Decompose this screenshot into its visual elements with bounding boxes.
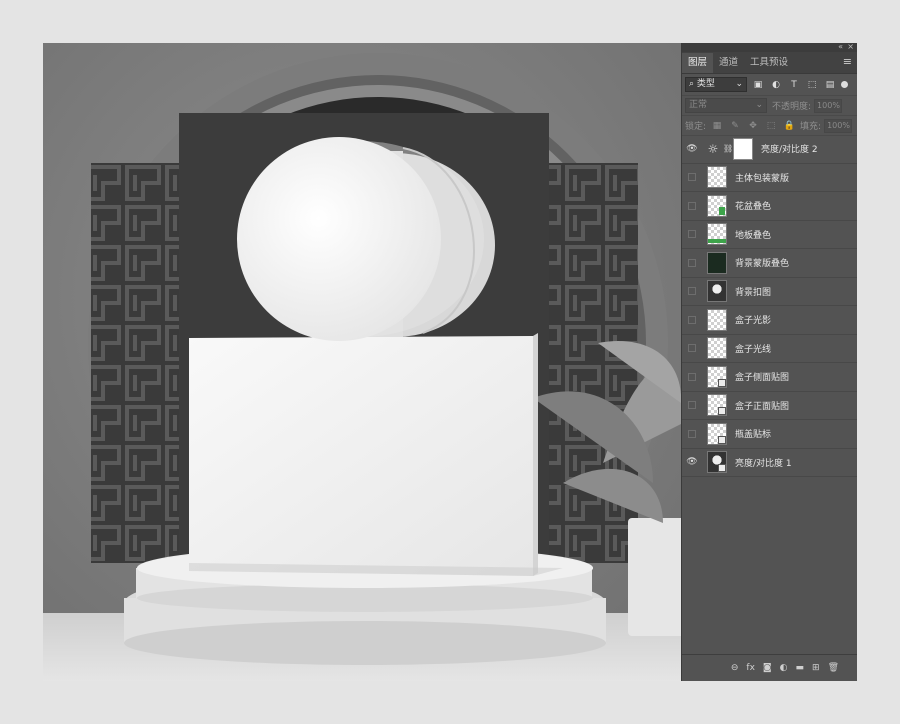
smart-object-icon [718,464,726,473]
layer-name: 瓶盖贴标 [735,430,772,441]
opacity-label: 不透明度: [772,102,812,112]
layer-filter-select[interactable]: ⌕ 类型 ⌄ [685,77,747,92]
visibility-toggle[interactable] [688,401,696,410]
tab-tool-presets[interactable]: 工具预设 [744,53,794,73]
visibility-toggle[interactable] [688,258,696,267]
layer-name: 亮度/对比度 2 [761,145,818,156]
scene-image [43,43,681,681]
lock-move-icon[interactable]: ✥ [746,119,760,133]
opacity-field[interactable]: 100% [814,98,843,113]
layer-name: 盒子正面贴图 [735,401,790,412]
layer-name: 盒子侧面贴图 [735,373,790,384]
layer-row[interactable]: 瓶盖贴标 [682,420,857,449]
blend-mode-value: 正常 [689,100,708,110]
lock-transparent-icon[interactable]: ▦ [710,119,724,133]
layer-thumbnail [707,337,727,360]
layer-thumbnail [707,223,727,246]
layer-mask-thumb[interactable] [733,137,753,160]
layer-name: 花盆叠色 [735,202,772,213]
pixel-filter-icon[interactable]: ▣ [751,78,765,92]
layer-row[interactable]: 主体包装蒙版 [682,164,857,192]
panel-header-bar: « × [682,42,857,52]
layer-list: 👁 ☼ ⛓ 亮度/对比度 2 主体包装蒙版 花盆叠色 地板叠色 背景蒙版叠色 背… [682,135,857,477]
collapse-icon[interactable]: « [838,42,843,51]
tab-channels[interactable]: 通道 [713,53,744,73]
fx-icon[interactable]: fx [746,663,755,673]
eye-icon[interactable]: 👁 [682,457,702,467]
lock-label: 锁定: [685,122,707,132]
link-icon[interactable]: ⊖ [731,663,739,673]
layer-row[interactable]: 👁 ☼ ⛓ 亮度/对比度 2 [682,135,857,164]
layer-name: 背景扣图 [735,287,772,298]
layer-thumbnail [707,451,727,474]
type-filter-icon[interactable]: T [787,78,801,92]
layer-thumbnail [707,365,727,388]
blend-row: 正常 ⌄ 不透明度: 100% [682,96,857,116]
lock-brush-icon[interactable]: ✎ [728,119,742,133]
shape-filter-icon[interactable]: ⬚ [805,78,819,92]
visibility-toggle[interactable] [688,173,696,182]
layer-row[interactable]: 花盆叠色 [682,192,857,221]
visibility-toggle[interactable] [688,287,696,296]
layer-name: 盒子光线 [735,344,772,355]
layer-thumbnail [707,308,727,331]
smart-object-icon [718,407,726,416]
visibility-toggle[interactable] [688,230,696,239]
lock-all-icon[interactable]: 🔒 [782,119,796,133]
adjustment-icon[interactable]: ◐ [780,663,788,673]
layer-name: 亮度/对比度 1 [735,458,792,469]
layer-row[interactable]: 背景蒙版叠色 [682,249,857,278]
smart-object-icon [718,435,726,444]
panel-footer: ⊖ fx ◙ ◐ ▬ ⊞ 🗑 [682,654,857,681]
layer-thumbnail [707,394,727,417]
search-icon: ⌕ [689,79,695,89]
smart-object-icon [718,378,726,387]
visibility-toggle[interactable] [688,315,696,324]
filter-row: ⌕ 类型 ⌄ ▣ ◐ T ⬚ ▤ [682,74,857,96]
layer-row[interactable]: 盒子正面贴图 [682,392,857,420]
layer-thumbnail [707,280,727,303]
panel-menu-icon[interactable]: ≡ [843,56,852,67]
trash-icon[interactable]: 🗑 [828,663,839,673]
chain-link-icon[interactable]: ⛓ [723,144,733,153]
layer-row[interactable]: 盒子侧面贴图 [682,363,857,392]
layer-row[interactable]: 盒子光线 [682,335,857,363]
panel-tabs: 图层 通道 工具预设 ≡ [682,52,857,74]
layer-name: 主体包装蒙版 [735,173,790,184]
layer-name: 盒子光影 [735,316,772,327]
filter-toggle-icon[interactable] [841,81,848,88]
brightness-icon: ☼ [707,141,719,156]
visibility-toggle[interactable] [688,429,696,438]
layers-panel: « × 图层 通道 工具预设 ≡ ⌕ 类型 ⌄ ▣ ◐ T ⬚ ▤ 正常 ⌄ 不透… [681,42,857,681]
layer-name: 背景蒙版叠色 [735,259,790,270]
fill-label: 填充: [800,122,822,132]
new-layer-icon[interactable]: ⊞ [812,663,820,673]
layer-row[interactable]: 👁 亮度/对比度 1 [682,449,857,477]
layer-thumbnail [707,422,727,445]
chevron-down-icon: ⌄ [735,79,743,89]
visibility-toggle[interactable] [688,372,696,381]
eye-icon[interactable]: 👁 [682,144,702,154]
close-icon[interactable]: × [847,42,854,51]
visibility-toggle[interactable] [688,344,696,353]
document-canvas[interactable] [43,43,681,681]
smart-object-filter-icon[interactable]: ▤ [823,78,837,92]
tab-layers[interactable]: 图层 [682,53,714,73]
lock-artboard-icon[interactable]: ⬚ [764,119,778,133]
blend-mode-select[interactable]: 正常 ⌄ [685,98,767,113]
filter-label: 类型 [696,79,715,89]
layer-row[interactable]: 盒子光影 [682,306,857,335]
layer-row[interactable]: 地板叠色 [682,221,857,249]
fill-field[interactable]: 100% [824,118,853,133]
mask-icon[interactable]: ◙ [763,663,772,673]
layer-thumbnail [707,166,727,189]
lock-row: 锁定: ▦ ✎ ✥ ⬚ 🔒 填充: 100% [682,116,857,136]
layer-thumbnail [707,251,727,274]
adjustment-filter-icon[interactable]: ◐ [769,78,783,92]
layer-thumbnail [707,194,727,217]
folder-icon[interactable]: ▬ [796,663,805,673]
layer-row[interactable]: 背景扣图 [682,278,857,306]
layer-name: 地板叠色 [735,230,772,241]
visibility-toggle[interactable] [688,201,696,210]
